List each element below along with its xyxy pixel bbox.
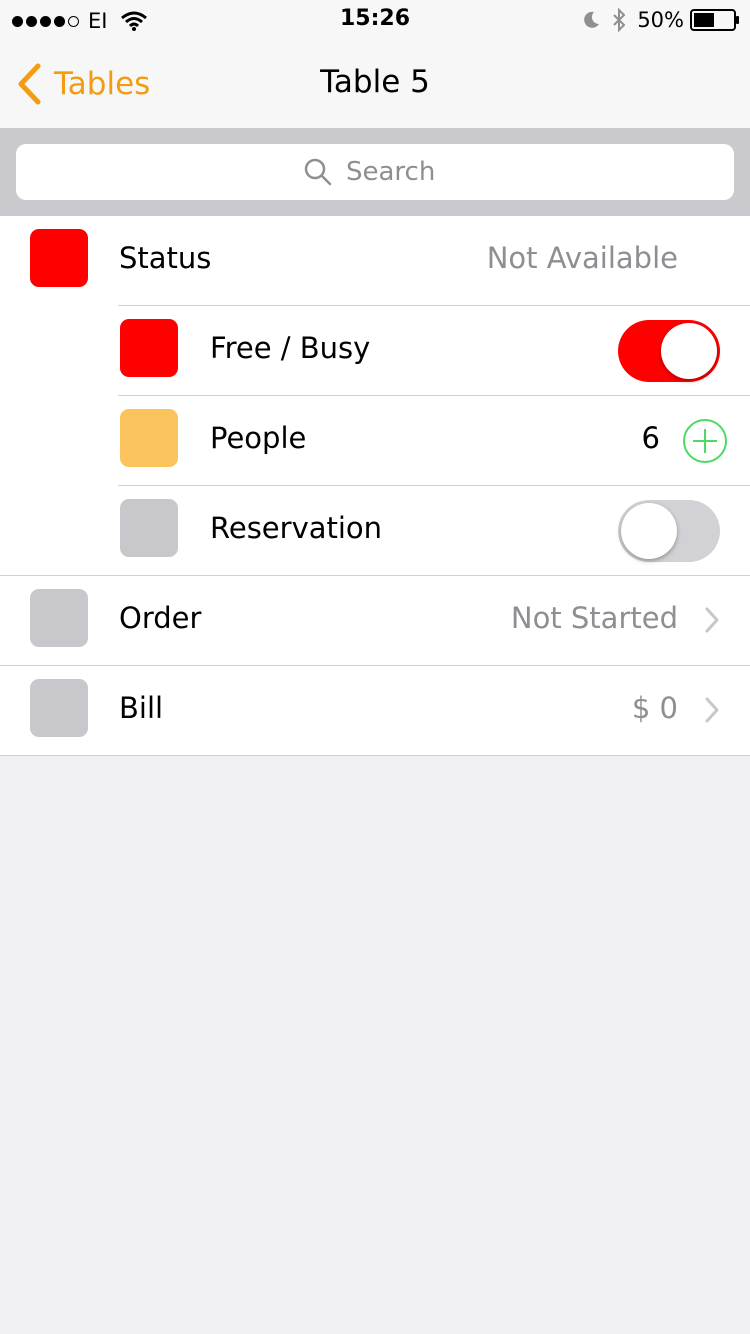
order-label: Order: [119, 601, 202, 635]
chevron-right-icon: [705, 607, 719, 633]
people-color-swatch: [120, 409, 178, 467]
reservation-toggle[interactable]: [618, 500, 720, 562]
status-label: Status: [119, 241, 212, 275]
add-people-button[interactable]: [682, 418, 728, 464]
toggle-knob: [661, 323, 717, 379]
free-busy-toggle[interactable]: [618, 320, 720, 382]
order-row[interactable]: Order Not Started: [0, 576, 750, 666]
search-input[interactable]: [346, 157, 446, 187]
free-busy-label: Free / Busy: [210, 331, 371, 365]
page-title: Table 5: [320, 64, 430, 100]
reservation-row: Reservation: [0, 486, 750, 576]
bill-value: $ 0: [631, 691, 678, 725]
people-label: People: [210, 421, 307, 455]
status-bar: EI 15:26 50%: [0, 0, 750, 40]
bill-color-swatch: [30, 679, 88, 737]
people-row: People 6: [0, 396, 750, 486]
table-settings-list: Status Not Available Free / Busy People …: [0, 216, 750, 756]
reservation-color-swatch: [120, 499, 178, 557]
moon-icon: [584, 11, 600, 28]
search-field[interactable]: [16, 144, 734, 200]
free-busy-row: Free / Busy: [0, 306, 750, 396]
bluetooth-icon: [613, 8, 626, 32]
chevron-right-icon: [705, 697, 719, 723]
bill-row[interactable]: Bill $ 0: [0, 666, 750, 756]
status-value: Not Available: [486, 241, 678, 275]
status-row: Status Not Available: [0, 216, 750, 306]
battery-icon: [690, 9, 739, 31]
people-count: 6: [641, 421, 660, 455]
status-right: 50%: [581, 7, 740, 33]
search-icon: [304, 158, 332, 186]
toggle-knob: [621, 503, 677, 559]
bill-label: Bill: [119, 691, 164, 725]
status-color-swatch: [30, 229, 88, 287]
search-bar: [0, 128, 750, 216]
order-value: Not Started: [510, 601, 678, 635]
navigation-bar: Tables Table 5: [0, 40, 750, 128]
free-busy-color-swatch: [120, 319, 178, 377]
battery-percent: 50%: [637, 8, 684, 32]
order-color-swatch: [30, 589, 88, 647]
reservation-label: Reservation: [210, 511, 383, 545]
